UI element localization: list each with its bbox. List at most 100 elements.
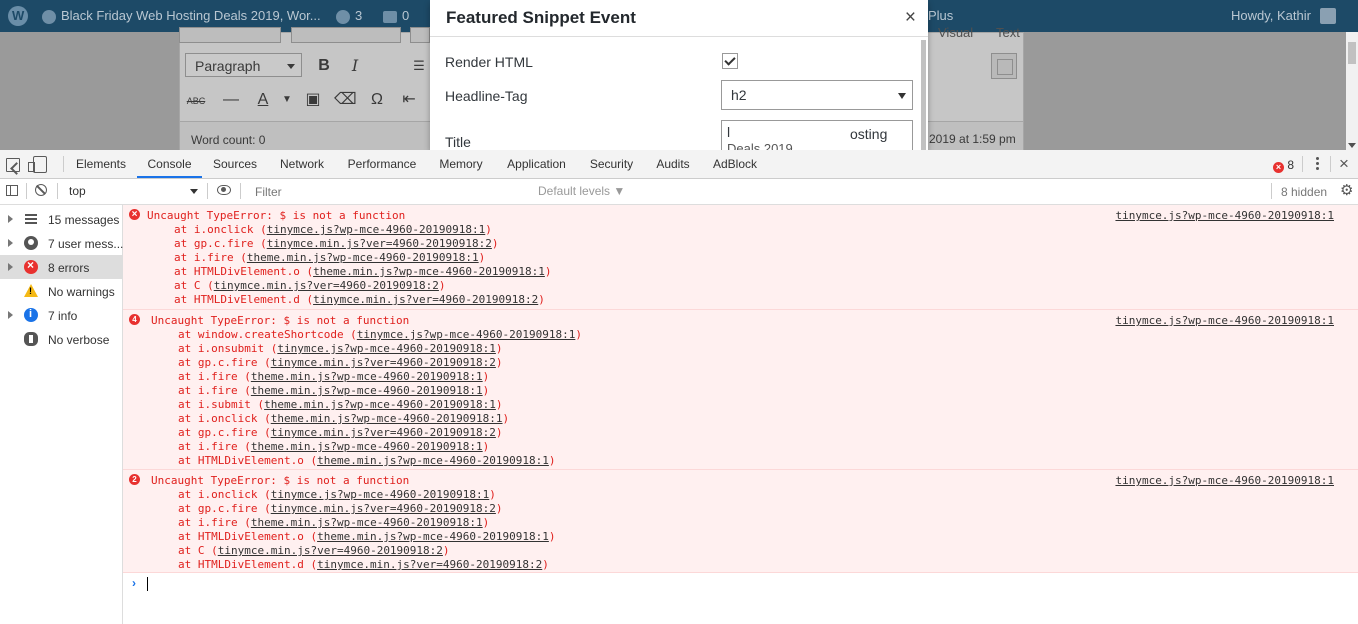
filter-input[interactable] [250, 182, 538, 201]
fullscreen-icon[interactable] [991, 53, 1017, 79]
stack-source-link[interactable]: tinymce.js?wp-mce-4960-20190918:1 [267, 223, 486, 236]
stack-source-link[interactable]: tinymce.min.js?ver=4960-20190918:2 [218, 544, 443, 557]
stack-source-link[interactable]: tinymce.min.js?ver=4960-20190918:2 [317, 558, 542, 571]
stack-source-link[interactable]: theme.min.js?wp-mce-4960-20190918:1 [251, 384, 483, 397]
inspect-element-icon[interactable] [6, 158, 20, 172]
headline-tag-select[interactable]: h2 [721, 80, 913, 110]
render-html-checkbox[interactable] [722, 53, 738, 69]
more-options-icon[interactable] [1316, 156, 1320, 172]
expand-arrow-icon[interactable] [8, 263, 13, 271]
bullet-list-icon[interactable]: ☰ [408, 56, 430, 76]
editor-extra-button-2[interactable] [410, 27, 430, 43]
stack-source-link[interactable]: tinymce.js?wp-mce-4960-20190918:1 [277, 342, 496, 355]
tab-elements[interactable]: Elements [69, 150, 133, 178]
stack-source-link[interactable]: theme.min.js?wp-mce-4960-20190918:1 [264, 398, 496, 411]
comments-link[interactable]: 0 [383, 8, 409, 23]
tab-visual[interactable]: Visual [938, 25, 973, 40]
toggle-sidebar-icon[interactable] [6, 185, 18, 196]
console-prompt[interactable]: › [123, 573, 1358, 593]
text-color-icon[interactable]: A [252, 90, 274, 110]
updates-count: 3 [355, 8, 363, 23]
clear-console-icon[interactable] [35, 184, 47, 196]
expand-arrow-icon[interactable] [8, 215, 13, 223]
dialog-scrollbar[interactable] [921, 40, 926, 150]
tab-text[interactable]: Text [996, 25, 1020, 40]
sidebar-item-messages[interactable]: 15 messages [0, 207, 122, 231]
tab-console[interactable]: Console [137, 150, 202, 178]
scrollbar-thumb[interactable] [1348, 42, 1356, 64]
add-media-button[interactable] [179, 27, 281, 43]
expand-arrow-icon[interactable] [8, 239, 13, 247]
italic-icon[interactable]: I [344, 56, 366, 76]
stack-line: at i.onclick (theme.min.js?wp-mce-4960-2… [178, 412, 510, 425]
gear-icon[interactable]: ⚙ [1340, 183, 1353, 198]
stack-source-link[interactable]: tinymce.min.js?ver=4960-20190918:2 [214, 279, 439, 292]
repeat-count-badge: 4 [129, 314, 140, 325]
close-devtools-icon[interactable]: × [1339, 154, 1349, 174]
stack-source-link[interactable]: tinymce.js?wp-mce-4960-20190918:1 [271, 488, 490, 501]
scroll-down-arrow-icon[interactable] [1348, 143, 1356, 148]
live-expression-eye-icon[interactable] [217, 185, 231, 195]
stack-source-link[interactable]: tinymce.min.js?ver=4960-20190918:2 [313, 293, 538, 306]
editor-extra-button[interactable] [291, 27, 401, 43]
clear-formatting-icon[interactable]: ⌫ [334, 90, 357, 110]
stack-source-link[interactable]: theme.min.js?wp-mce-4960-20190918:1 [251, 516, 483, 529]
horizontal-line-icon[interactable]: — [220, 90, 242, 110]
special-character-icon[interactable]: Ω [366, 90, 388, 110]
stack-source-link[interactable]: theme.min.js?wp-mce-4960-20190918:1 [313, 265, 545, 278]
error-count-badge[interactable]: × 8 [1273, 158, 1294, 173]
stack-source-link[interactable]: theme.min.js?wp-mce-4960-20190918:1 [317, 530, 549, 543]
stack-source-link[interactable]: tinymce.min.js?ver=4960-20190918:2 [271, 356, 496, 369]
page-scrollbar[interactable] [1346, 32, 1358, 150]
tab-performance[interactable]: Performance [340, 150, 424, 178]
site-title-link[interactable]: Black Friday Web Hosting Deals 2019, Wor… [42, 8, 321, 24]
device-toolbar-icon[interactable] [28, 156, 47, 173]
strikethrough-icon[interactable]: ABC [185, 91, 207, 111]
text-color-dropdown-icon[interactable]: ▼ [276, 90, 298, 110]
format-select[interactable]: Paragraph [185, 53, 302, 77]
source-link[interactable]: tinymce.js?wp-mce-4960-20190918:1 [1115, 209, 1334, 222]
updates-link[interactable]: 3 [336, 8, 362, 24]
source-link[interactable]: tinymce.js?wp-mce-4960-20190918:1 [1115, 314, 1334, 327]
bold-icon[interactable]: B [313, 56, 335, 76]
outdent-icon[interactable]: ⇤ [398, 90, 420, 110]
stack-line: at gp.c.fire (tinymce.min.js?ver=4960-20… [178, 356, 503, 369]
sidebar-item-info[interactable]: 7 info [0, 303, 122, 327]
source-link[interactable]: tinymce.js?wp-mce-4960-20190918:1 [1115, 474, 1334, 487]
tab-sources[interactable]: Sources [206, 150, 264, 178]
title-textarea[interactable]: l osting Deals 2019 [721, 120, 913, 150]
format-select-value: Paragraph [195, 58, 261, 74]
tab-memory[interactable]: Memory [432, 150, 490, 178]
stack-line: at HTMLDivElement.d (tinymce.min.js?ver=… [178, 558, 549, 571]
avatar[interactable] [1320, 8, 1336, 24]
tab-network[interactable]: Network [272, 150, 332, 178]
wordpress-logo-icon[interactable] [8, 6, 28, 26]
stack-source-link[interactable]: tinymce.js?wp-mce-4960-20190918:1 [357, 328, 576, 341]
tab-adblock[interactable]: AdBlock [706, 150, 764, 178]
sidebar-item-errors[interactable]: 8 errors [0, 255, 122, 279]
tab-application[interactable]: Application [498, 150, 575, 178]
sidebar-item-warnings[interactable]: No warnings [0, 279, 122, 303]
stack-source-link[interactable]: theme.min.js?wp-mce-4960-20190918:1 [247, 251, 479, 264]
close-icon[interactable]: × [905, 7, 916, 29]
paste-text-icon[interactable]: ▣ [302, 90, 324, 110]
stack-line: at i.fire (theme.min.js?wp-mce-4960-2019… [174, 251, 486, 264]
context-select[interactable]: top [62, 179, 204, 204]
expand-arrow-icon[interactable] [8, 311, 13, 319]
tab-audits[interactable]: Audits [648, 150, 698, 178]
howdy-user-menu[interactable]: Howdy, Kathir [1231, 8, 1311, 23]
tab-security[interactable]: Security [583, 150, 640, 178]
stack-source-link[interactable]: theme.min.js?wp-mce-4960-20190918:1 [251, 440, 483, 453]
stack-source-link[interactable]: tinymce.min.js?ver=4960-20190918:2 [271, 502, 496, 515]
plus-menu[interactable]: Plus [928, 8, 953, 23]
stack-source-link[interactable]: tinymce.min.js?ver=4960-20190918:2 [271, 426, 496, 439]
log-levels-dropdown[interactable]: Default levels ▼ [538, 184, 625, 198]
stack-source-link[interactable]: theme.min.js?wp-mce-4960-20190918:1 [271, 412, 503, 425]
context-value: top [69, 184, 86, 198]
sidebar-item-verbose[interactable]: No verbose [0, 327, 122, 351]
stack-source-link[interactable]: theme.min.js?wp-mce-4960-20190918:1 [317, 454, 549, 467]
stack-source-link[interactable]: theme.min.js?wp-mce-4960-20190918:1 [251, 370, 483, 383]
sidebar-item-user-messages[interactable]: 7 user mess... [0, 231, 123, 255]
console-sidebar: 15 messages 7 user mess... 8 errors No w… [0, 205, 123, 624]
stack-source-link[interactable]: tinymce.min.js?ver=4960-20190918:2 [267, 237, 492, 250]
